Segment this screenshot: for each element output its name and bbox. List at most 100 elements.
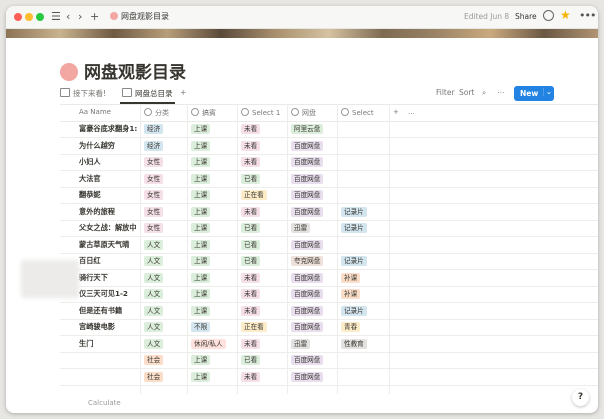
column-header-name[interactable]: Aa Name — [79, 108, 111, 116]
status-tag[interactable]: 正在看 — [241, 190, 267, 200]
status-tag[interactable]: 已看 — [241, 256, 261, 266]
more-options-icon[interactable]: ••• — [579, 9, 596, 22]
status-tag[interactable]: 未看 — [241, 305, 261, 316]
type-tag[interactable]: 上课 — [191, 223, 211, 233]
status-tag[interactable]: 正在看 — [241, 322, 267, 332]
type-tag[interactable]: 上课 — [191, 289, 211, 299]
select-tag[interactable]: 记录片 — [341, 305, 367, 316]
maximize-window-button[interactable] — [36, 13, 44, 21]
row-title[interactable]: 翻恭妮 — [79, 190, 137, 200]
netdisk-tag[interactable]: 百度网盘 — [291, 355, 324, 365]
calculate-button[interactable]: Calculate — [88, 399, 121, 407]
row-title[interactable]: 蒙古草原天气晴 — [79, 240, 137, 250]
type-tag[interactable]: 上课 — [191, 256, 211, 266]
status-tag[interactable]: 未看 — [241, 289, 261, 299]
search-icon[interactable]: ⌕ — [482, 88, 486, 98]
netdisk-tag[interactable]: 百度网盘 — [291, 157, 324, 167]
breadcrumb-title[interactable]: 网盘观影目录 — [110, 11, 169, 22]
netdisk-tag[interactable]: 百度网盘 — [291, 305, 324, 316]
category-tag[interactable]: 人文 — [144, 322, 164, 332]
tab-up-next[interactable]: 接下来看! — [60, 88, 106, 99]
netdisk-tag[interactable]: 百度网盘 — [291, 206, 324, 217]
select-tag[interactable]: 记录片 — [341, 206, 367, 217]
add-view-button[interactable]: + — [180, 88, 186, 97]
back-arrow-icon[interactable]: ‹ — [66, 10, 70, 24]
category-tag[interactable]: 人文 — [144, 289, 164, 299]
minimize-window-button[interactable] — [25, 13, 33, 21]
category-tag[interactable]: 人文 — [144, 305, 164, 316]
favorite-star-icon[interactable]: ★ — [560, 8, 571, 22]
row-title[interactable]: 但是还有书籍 — [79, 306, 137, 316]
column-header-select[interactable]: Select — [341, 108, 374, 117]
select-tag[interactable]: 记录片 — [341, 223, 367, 233]
row-title[interactable]: 为什么越穷 — [79, 141, 137, 151]
tab-all-directory[interactable]: 网盘总目录 — [122, 88, 173, 99]
new-button[interactable]: New ⌄ — [514, 86, 554, 101]
netdisk-tag[interactable]: 百度网盘 — [291, 322, 324, 332]
select-tag[interactable]: 补课 — [341, 272, 361, 283]
column-header-select-1[interactable]: Select 1 — [241, 108, 280, 117]
smiling-face-with-hearts-icon[interactable] — [60, 63, 78, 81]
row-title[interactable]: 小妇人 — [79, 157, 137, 167]
sort-button[interactable]: Sort — [459, 88, 474, 97]
type-tag[interactable]: 不限 — [191, 322, 211, 332]
type-tag[interactable]: 上课 — [191, 239, 211, 250]
netdisk-tag[interactable]: 百度网盘 — [291, 272, 324, 283]
type-tag[interactable]: 上课 — [191, 124, 211, 134]
type-tag[interactable]: 上课 — [191, 371, 211, 382]
category-tag[interactable]: 女性 — [144, 223, 164, 233]
category-tag[interactable]: 人文 — [144, 338, 164, 349]
page-title[interactable]: 网盘观影目录 — [60, 58, 186, 83]
row-title[interactable]: 百日红 — [79, 256, 137, 266]
category-tag[interactable]: 经济 — [144, 140, 164, 151]
close-window-button[interactable] — [14, 13, 22, 21]
type-tag[interactable]: 上课 — [191, 355, 211, 365]
category-tag[interactable]: 女性 — [144, 157, 164, 167]
add-page-icon[interactable]: + — [90, 10, 99, 24]
updates-clock-icon[interactable] — [543, 10, 554, 21]
status-tag[interactable]: 已看 — [241, 239, 261, 250]
chevron-down-icon[interactable]: ⌄ — [543, 88, 552, 96]
netdisk-tag[interactable]: 百度网盘 — [291, 289, 324, 299]
select-tag[interactable]: 性教育 — [341, 338, 367, 349]
netdisk-tag[interactable]: 夸克网盘 — [291, 256, 324, 266]
row-title[interactable]: 大法官 — [79, 174, 137, 184]
status-tag[interactable]: 未看 — [241, 140, 261, 151]
more-properties-icon[interactable]: ... — [408, 108, 415, 116]
netdisk-tag[interactable]: 迅雷 — [291, 338, 311, 349]
category-tag[interactable]: 社会 — [144, 371, 164, 382]
netdisk-tag[interactable]: 百度网盘 — [291, 140, 324, 151]
category-tag[interactable]: 女性 — [144, 190, 164, 200]
netdisk-tag[interactable]: 阿里云盘 — [291, 124, 324, 134]
category-tag[interactable]: 人文 — [144, 256, 164, 266]
type-tag[interactable]: 上课 — [191, 305, 211, 316]
row-title[interactable]: 仅三天可见1-2 — [79, 289, 137, 299]
row-title[interactable]: 父女之战：解放中 — [79, 223, 137, 233]
sidebar-menu-icon[interactable]: ☰ — [51, 10, 61, 24]
category-tag[interactable]: 人文 — [144, 272, 164, 283]
status-tag[interactable]: 未看 — [241, 124, 261, 134]
help-button[interactable]: ? — [572, 389, 589, 406]
type-tag[interactable]: 上课 — [191, 140, 211, 151]
type-tag[interactable]: 上课 — [191, 206, 211, 217]
status-tag[interactable]: 已看 — [241, 355, 261, 365]
netdisk-tag[interactable]: 百度网盘 — [291, 190, 324, 200]
netdisk-tag[interactable]: 迅雷 — [291, 223, 311, 233]
category-tag[interactable]: 经济 — [144, 124, 164, 134]
type-tag[interactable]: 上课 — [191, 157, 211, 167]
select-tag[interactable]: 青春 — [341, 322, 361, 332]
row-title[interactable]: 宫崎骏电影 — [79, 322, 137, 332]
type-tag[interactable]: 上课 — [191, 190, 211, 200]
netdisk-tag[interactable]: 百度网盘 — [291, 173, 324, 184]
add-property-button[interactable]: + — [393, 108, 399, 116]
select-tag[interactable]: 补课 — [341, 289, 361, 299]
row-title[interactable]: 生门 — [79, 339, 137, 349]
status-tag[interactable]: 未看 — [241, 272, 261, 283]
category-tag[interactable]: 女性 — [144, 173, 164, 184]
forward-arrow-icon[interactable]: › — [78, 10, 82, 24]
column-header-type[interactable]: 搞賓 — [191, 108, 216, 118]
filter-button[interactable]: Filter — [436, 88, 455, 97]
share-button[interactable]: Share — [515, 12, 537, 21]
column-header-netdisk[interactable]: 网盘 — [291, 108, 316, 118]
type-tag[interactable]: 上课 — [191, 173, 211, 184]
